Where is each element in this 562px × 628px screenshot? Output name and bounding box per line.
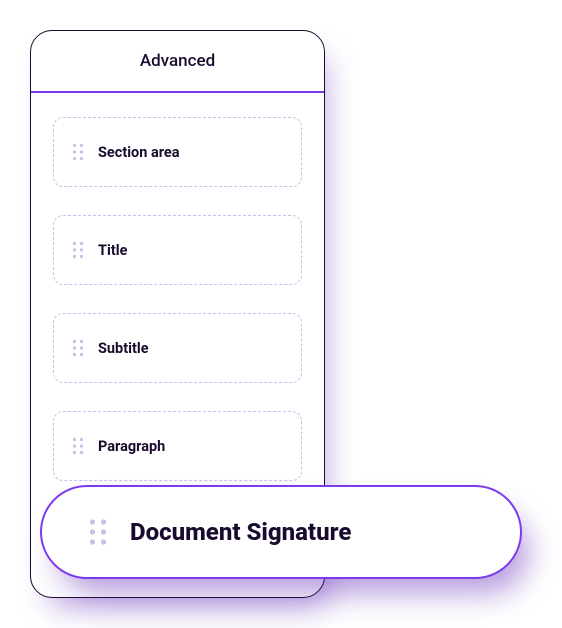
tab-advanced[interactable]: Advanced: [31, 31, 324, 93]
block-document-signature[interactable]: Document Signature: [40, 485, 522, 579]
block-label: Paragraph: [98, 438, 165, 455]
drag-handle-icon: [72, 437, 84, 455]
block-title[interactable]: Title: [53, 215, 302, 285]
drag-handle-icon: [72, 339, 84, 357]
block-label: Subtitle: [98, 340, 149, 357]
block-paragraph[interactable]: Paragraph: [53, 411, 302, 481]
drag-handle-icon: [88, 517, 108, 547]
tab-label: Advanced: [140, 51, 215, 71]
feature-label: Document Signature: [130, 518, 351, 546]
block-subtitle[interactable]: Subtitle: [53, 313, 302, 383]
drag-handle-icon: [72, 241, 84, 259]
block-label: Title: [98, 242, 127, 259]
drag-handle-icon: [72, 143, 84, 161]
block-section-area[interactable]: Section area: [53, 117, 302, 187]
block-label: Section area: [98, 144, 180, 161]
blocks-list: Section area Title: [31, 93, 324, 481]
